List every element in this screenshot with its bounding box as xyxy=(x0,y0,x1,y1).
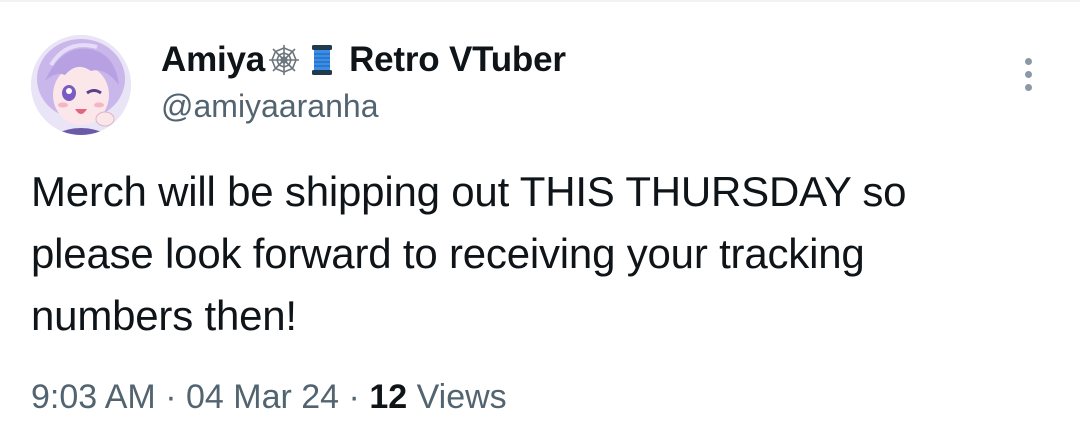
views-count[interactable]: 12 xyxy=(369,378,407,416)
tweet-text-line: please look forward to receiving your tr… xyxy=(31,230,865,277)
more-options-icon-dot xyxy=(1024,70,1032,78)
tweet-meta: 9:03 AM · 04 Mar 24 · 12 Views xyxy=(31,378,507,417)
tweet-text-line: Merch will be shipping out THIS THURSDAY… xyxy=(31,168,907,215)
tweet: Amiya Retro VTuber @amiyaaranha Merch wi… xyxy=(0,0,1080,433)
spool-of-thread-icon xyxy=(305,43,339,77)
display-name-suffix[interactable]: Retro VTuber xyxy=(349,40,566,80)
tweet-text-line: numbers then! xyxy=(31,292,297,339)
tweet-time[interactable]: 9:03 AM xyxy=(31,378,156,416)
more-options-icon-dot xyxy=(1024,83,1032,91)
display-name[interactable]: Amiya xyxy=(161,40,265,80)
views-label[interactable]: Views xyxy=(417,378,507,416)
more-options-button[interactable] xyxy=(1010,52,1046,96)
tweet-date[interactable]: 04 Mar 24 xyxy=(186,378,339,416)
avatar-image xyxy=(31,35,131,135)
meta-separator: · xyxy=(165,378,177,416)
avatar[interactable] xyxy=(31,35,131,135)
tweet-text: Merch will be shipping out THIS THURSDAY… xyxy=(31,161,1061,347)
author-handle[interactable]: @amiyaaranha xyxy=(161,88,378,125)
spider-web-icon xyxy=(267,43,301,77)
more-options-icon xyxy=(1024,57,1032,65)
meta-separator: · xyxy=(348,378,360,416)
author-name-row[interactable]: Amiya Retro VTuber xyxy=(161,38,566,82)
